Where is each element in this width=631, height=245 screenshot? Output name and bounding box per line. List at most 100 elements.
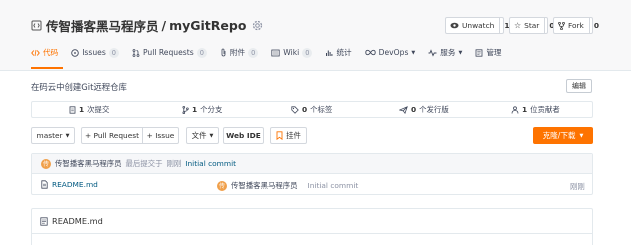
tab-stats-label: 统计	[336, 48, 352, 57]
repo-owner-link[interactable]: 传智播客黑马程序员	[46, 16, 159, 35]
tab-issues-label: Issues	[82, 48, 106, 57]
chart-icon	[325, 49, 333, 57]
file-icon	[41, 180, 48, 189]
file-row[interactable]: README.md 传 传智播客黑马程序员 Initial commit 刚刚	[32, 175, 592, 195]
fork-count[interactable]: 0	[588, 18, 603, 33]
tab-devops[interactable]: DevOps ▼	[364, 43, 416, 62]
branches-count: 1	[192, 105, 198, 114]
tab-code-label: 代码	[43, 48, 59, 57]
tab-stats[interactable]: 统计	[325, 43, 352, 62]
tab-services-label: 服务	[440, 48, 456, 57]
pull-request-icon	[132, 48, 140, 57]
repo-tabs: 代码 Issues 0 Pull Requests 0 附件 0 Wiki 0 …	[31, 43, 515, 62]
edit-description-button[interactable]: 编辑	[566, 79, 592, 93]
tab-devops-label: DevOps	[378, 48, 409, 57]
tab-services[interactable]: 服务 ▼	[428, 43, 462, 62]
star-icon: ☆	[514, 21, 522, 30]
files-dropdown[interactable]: 文件 ▼	[186, 127, 219, 144]
devops-icon	[364, 49, 376, 56]
issue-icon	[71, 48, 79, 57]
code-icon	[31, 49, 40, 57]
star-label: Star	[524, 21, 540, 30]
mount-button[interactable]: 挂件	[270, 127, 307, 144]
web-ide-button[interactable]: Web IDE	[223, 127, 264, 144]
chevron-down-icon: ▼	[579, 132, 584, 139]
latest-commit-header: 传 传智播客黑马程序员 最后提交于 刚刚 Initial commit	[32, 154, 592, 174]
tab-pull-requests-label: Pull Requests	[142, 48, 194, 57]
avatar[interactable]: 传	[217, 180, 227, 191]
readme-panel: README.md	[31, 208, 593, 245]
new-pull-request-button[interactable]: + Pull Request	[81, 127, 143, 144]
file-name-link[interactable]: README.md	[52, 180, 98, 189]
tab-wiki[interactable]: Wiki 0	[271, 43, 313, 62]
file-commit-message[interactable]: Initial commit	[308, 181, 359, 190]
tab-pull-requests[interactable]: Pull Requests 0	[132, 43, 207, 62]
clone-download-button[interactable]: 克隆/下载 ▼	[533, 127, 593, 144]
commit-message-link[interactable]: Initial commit	[185, 159, 236, 168]
releases-label: 个发行版	[419, 105, 449, 114]
chevron-down-icon: ▼	[209, 132, 214, 139]
readme-header: README.md	[32, 209, 592, 234]
repo-description: 在码云中创建Git远程仓库	[31, 82, 127, 92]
fork-label: Fork	[568, 21, 584, 30]
contributor-icon	[511, 105, 519, 114]
contributors-label: 位贡献者	[530, 105, 560, 114]
tag-icon	[291, 105, 299, 114]
contributors-stat[interactable]: 1 位贡献者	[511, 102, 560, 117]
commits-count: 1	[79, 105, 85, 114]
commit-author[interactable]: 传智播客黑马程序员	[55, 158, 122, 169]
avatar[interactable]: 传	[41, 158, 51, 169]
tags-stat[interactable]: 0 个标签	[291, 102, 332, 117]
repo-name-link[interactable]: myGitRepo	[169, 18, 246, 33]
unwatch-label: Unwatch	[462, 21, 495, 30]
unwatch-button[interactable]: Unwatch 1	[445, 17, 509, 34]
commit-icon	[69, 105, 76, 114]
contributors-count: 1	[522, 105, 528, 114]
repo-stats-bar: 1 次提交 1 个分支 0 个标签 0 个发行版 1 位贡献者	[31, 101, 593, 118]
tab-pull-requests-badge: 0	[196, 47, 207, 58]
service-icon	[428, 48, 437, 57]
chevron-down-icon: ▼	[411, 49, 416, 56]
bookmark-icon	[276, 131, 283, 140]
active-tab-indicator	[31, 67, 63, 69]
tags-label: 个标签	[310, 105, 333, 114]
commit-time: 刚刚	[166, 159, 182, 168]
manage-icon	[475, 48, 483, 57]
release-icon	[399, 105, 408, 114]
latest-commit-box: 传 传智播客黑马程序员 最后提交于 刚刚 Initial commit READ…	[31, 153, 593, 195]
repo-separator: /	[161, 18, 167, 33]
tags-count: 0	[302, 105, 308, 114]
tab-code[interactable]: 代码	[31, 43, 58, 62]
commits-stat[interactable]: 1 次提交	[69, 102, 109, 117]
eye-icon	[450, 22, 459, 29]
readme-title: README.md	[52, 216, 103, 226]
chevron-down-icon: ▼	[458, 49, 463, 56]
releases-count: 0	[411, 105, 417, 114]
fork-button[interactable]: Fork 0	[553, 17, 599, 34]
repo-title: 传智播客黑马程序员 / myGitRepo	[31, 16, 263, 35]
branch-select-value: master	[36, 131, 63, 140]
tab-attachments[interactable]: 附件 0	[220, 43, 259, 62]
chevron-down-icon: ▼	[65, 132, 70, 139]
tab-issues-badge: 0	[108, 47, 119, 58]
releases-stat[interactable]: 0 个发行版	[399, 102, 449, 117]
file-commit-author[interactable]: 传智播客黑马程序员	[231, 180, 298, 191]
settings-icon[interactable]	[252, 20, 263, 31]
tab-manage[interactable]: 管理	[475, 43, 502, 62]
files-dropdown-label: 文件	[191, 131, 207, 140]
star-button[interactable]: ☆ Star 0	[509, 17, 555, 34]
mount-label: 挂件	[286, 131, 301, 140]
clone-download-label: 克隆/下载	[542, 131, 576, 140]
branch-select[interactable]: master ▼	[31, 127, 75, 144]
wiki-icon	[271, 49, 280, 57]
file-icon	[40, 216, 48, 226]
tab-issues[interactable]: Issues 0	[71, 43, 119, 62]
commit-meta-label: 最后提交于	[125, 159, 163, 168]
tab-wiki-label: Wiki	[283, 48, 300, 57]
branches-label: 个分支	[200, 105, 223, 114]
new-issue-button[interactable]: + Issue	[142, 127, 179, 144]
tab-attachments-label: 附件	[229, 48, 246, 57]
file-commit-time: 刚刚	[570, 182, 585, 191]
branches-stat[interactable]: 1 个分支	[182, 102, 222, 117]
attachment-icon	[220, 48, 227, 57]
